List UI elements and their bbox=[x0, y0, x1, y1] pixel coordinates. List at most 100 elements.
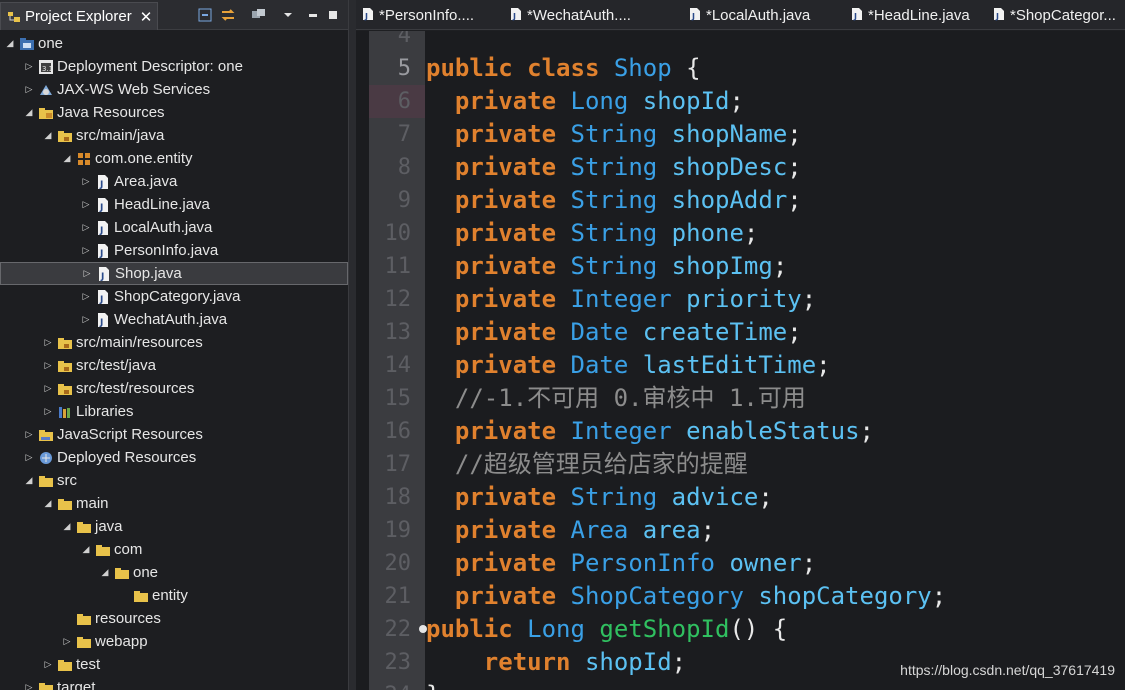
code-line[interactable]: return shopId; bbox=[426, 646, 686, 679]
view-menu-chevron-down-icon[interactable] bbox=[281, 5, 295, 25]
code-token: ; bbox=[816, 351, 831, 379]
code-line[interactable]: private Area area; bbox=[426, 514, 715, 547]
code-line[interactable]: public Long getShopId() { bbox=[426, 613, 787, 646]
tree-item[interactable]: ◢ one bbox=[0, 32, 348, 55]
editor-tab[interactable]: J *HeadLine.java bbox=[851, 0, 970, 30]
code-line[interactable]: private String shopImg; bbox=[426, 250, 787, 283]
collapse-all-icon[interactable] bbox=[196, 5, 214, 25]
tree-item[interactable]: ◢ main bbox=[0, 492, 348, 515]
tree-item[interactable]: ▷ test bbox=[0, 653, 348, 676]
tree-item[interactable]: ◢ Java Resources bbox=[0, 101, 348, 124]
expanded-arrow-icon[interactable]: ◢ bbox=[61, 522, 73, 532]
expanded-arrow-icon[interactable]: ◢ bbox=[23, 108, 35, 118]
code-line[interactable]: private Integer priority; bbox=[426, 283, 816, 316]
expanded-arrow-icon[interactable]: ◢ bbox=[99, 568, 111, 578]
collapsed-arrow-icon[interactable]: ▷ bbox=[23, 62, 35, 72]
collapsed-arrow-icon[interactable]: ▷ bbox=[42, 338, 54, 348]
expanded-arrow-icon[interactable]: ◢ bbox=[42, 499, 54, 509]
tree-item[interactable]: ▷ J Shop.java bbox=[0, 262, 348, 285]
project-explorer-tab[interactable]: Project Explorer ✕ bbox=[0, 2, 158, 30]
tree-item[interactable]: resources bbox=[0, 607, 348, 630]
expanded-arrow-icon[interactable]: ◢ bbox=[80, 545, 92, 555]
collapsed-arrow-icon[interactable]: ▷ bbox=[42, 361, 54, 371]
minimize-icon[interactable] bbox=[306, 5, 320, 25]
tree-item[interactable]: ▷ JAX-WS Web Services bbox=[0, 78, 348, 101]
tree-item[interactable]: ▷ JavaScript Resources bbox=[0, 423, 348, 446]
tree-item[interactable]: ▷ src/test/resources bbox=[0, 377, 348, 400]
tree-item[interactable]: ▷ src/main/resources bbox=[0, 331, 348, 354]
editor-tab[interactable]: J *ShopCategor... bbox=[993, 0, 1116, 30]
code-line[interactable]: private String shopAddr; bbox=[426, 184, 802, 217]
tree-item[interactable]: ▷ 3.1 Deployment Descriptor: one bbox=[0, 55, 348, 78]
tree-item[interactable]: ◢ com.one.entity bbox=[0, 147, 348, 170]
tree-item[interactable]: ▷ J Area.java bbox=[0, 170, 348, 193]
code-line[interactable]: private String shopName; bbox=[426, 118, 802, 151]
fold-marker-icon[interactable] bbox=[419, 625, 427, 633]
collapsed-arrow-icon[interactable]: ▷ bbox=[80, 315, 92, 325]
collapsed-arrow-icon[interactable]: ▷ bbox=[81, 269, 93, 279]
editor-tab[interactable]: J *PersonInfo.... bbox=[362, 0, 474, 30]
collapsed-arrow-icon[interactable]: ▷ bbox=[42, 660, 54, 670]
collapsed-arrow-icon[interactable]: ▷ bbox=[61, 637, 73, 647]
code-token: private bbox=[454, 417, 557, 445]
tree-item[interactable]: ▷ J ShopCategory.java bbox=[0, 285, 348, 308]
expanded-arrow-icon[interactable]: ◢ bbox=[4, 39, 16, 49]
focus-on-workset-icon[interactable] bbox=[249, 5, 269, 25]
code-line[interactable]: private Date createTime; bbox=[426, 316, 802, 349]
tree-item[interactable]: ◢ com bbox=[0, 538, 348, 561]
tree-item[interactable]: ▷ Deployed Resources bbox=[0, 446, 348, 469]
code-line[interactable]: //-1.不可用 0.审核中 1.可用 bbox=[426, 382, 806, 415]
panel-divider[interactable] bbox=[348, 0, 356, 690]
code-line[interactable]: } bbox=[426, 679, 440, 690]
collapsed-arrow-icon[interactable]: ▷ bbox=[23, 85, 35, 95]
code-line[interactable]: private Long shopId; bbox=[426, 85, 744, 118]
svg-text:J: J bbox=[364, 12, 368, 21]
code-line[interactable]: private String phone; bbox=[426, 217, 758, 250]
collapsed-arrow-icon[interactable]: ▷ bbox=[80, 177, 92, 187]
collapsed-arrow-icon[interactable]: ▷ bbox=[80, 200, 92, 210]
tree-item[interactable]: ◢ one bbox=[0, 561, 348, 584]
collapsed-arrow-icon[interactable]: ▷ bbox=[80, 223, 92, 233]
tree-item[interactable]: ▷ J PersonInfo.java bbox=[0, 239, 348, 262]
tree-item[interactable]: entity bbox=[0, 584, 348, 607]
tree-item[interactable]: ▷ J LocalAuth.java bbox=[0, 216, 348, 239]
collapsed-arrow-icon[interactable]: ▷ bbox=[42, 407, 54, 417]
link-with-editor-icon[interactable] bbox=[218, 5, 238, 25]
tree-item[interactable]: ▷ J HeadLine.java bbox=[0, 193, 348, 216]
code-line[interactable]: private Integer enableStatus; bbox=[426, 415, 874, 448]
tree-item[interactable]: ▷ J WechatAuth.java bbox=[0, 308, 348, 331]
tree-item[interactable]: ◢ src/main/java bbox=[0, 124, 348, 147]
code-line[interactable]: private Date lastEditTime; bbox=[426, 349, 831, 382]
code-line[interactable]: private ShopCategory shopCategory; bbox=[426, 580, 946, 613]
collapsed-arrow-icon[interactable]: ▷ bbox=[42, 384, 54, 394]
code-line[interactable]: private String shopDesc; bbox=[426, 151, 802, 184]
collapsed-arrow-icon[interactable]: ▷ bbox=[80, 246, 92, 256]
tree-item[interactable]: ◢ java bbox=[0, 515, 348, 538]
collapsed-arrow-icon[interactable]: ▷ bbox=[80, 292, 92, 302]
close-icon[interactable]: ✕ bbox=[140, 8, 153, 26]
expanded-arrow-icon[interactable]: ◢ bbox=[42, 131, 54, 141]
collapsed-arrow-icon[interactable]: ▷ bbox=[23, 453, 35, 463]
maximize-icon[interactable] bbox=[326, 5, 340, 25]
collapsed-arrow-icon[interactable]: ▷ bbox=[23, 430, 35, 440]
expanded-arrow-icon[interactable]: ◢ bbox=[61, 154, 73, 164]
tree-item[interactable]: ▷ target bbox=[0, 676, 348, 690]
tree-item[interactable]: ▷ Libraries bbox=[0, 400, 348, 423]
svg-text:J: J bbox=[99, 295, 103, 305]
editor-tab-bar: J *PersonInfo.... J *WechatAuth.... J *LocalA… bbox=[356, 0, 1125, 30]
code-line[interactable]: //超级管理员给店家的提醒 bbox=[426, 448, 748, 481]
code-editor[interactable]: public class Shop { private Long shopId;… bbox=[356, 31, 1125, 690]
tree-item[interactable]: ▷ webapp bbox=[0, 630, 348, 653]
code-line[interactable]: private String advice; bbox=[426, 481, 773, 514]
collapsed-arrow-icon[interactable]: ▷ bbox=[23, 683, 35, 690]
tree-item[interactable]: ◢ src bbox=[0, 469, 348, 492]
code-token: ; bbox=[787, 153, 802, 181]
tree-item[interactable]: ▷ src/test/java bbox=[0, 354, 348, 377]
java-file-icon: J bbox=[362, 6, 379, 25]
editor-tab[interactable]: J *WechatAuth.... bbox=[510, 0, 631, 30]
code-line[interactable]: public class Shop { bbox=[426, 52, 701, 85]
expanded-arrow-icon[interactable]: ◢ bbox=[23, 476, 35, 486]
code-line[interactable]: private PersonInfo owner; bbox=[426, 547, 816, 580]
editor-tab[interactable]: J *LocalAuth.java bbox=[689, 0, 810, 30]
